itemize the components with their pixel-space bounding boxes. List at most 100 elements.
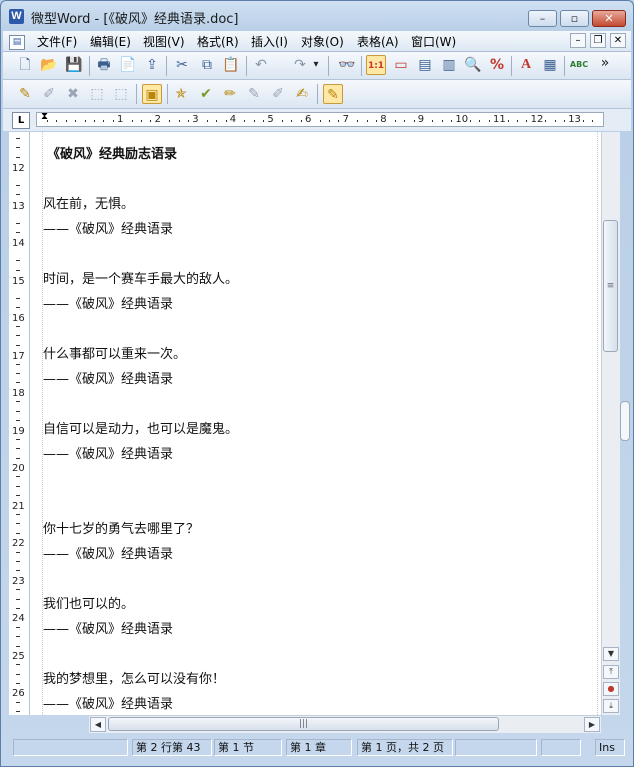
ruler-tick bbox=[451, 120, 453, 122]
ruler-tick bbox=[517, 120, 518, 122]
one-page-icon[interactable]: ▤ bbox=[415, 55, 435, 75]
document-paragraph: ——《破风》经典语录 bbox=[43, 697, 174, 712]
note-icon[interactable]: ✍ bbox=[292, 84, 312, 104]
tab-stop-selector[interactable]: L bbox=[12, 112, 30, 129]
redo-dropdown-icon[interactable]: ▾ bbox=[310, 55, 322, 75]
vertical-scrollbar[interactable]: ≡ ▼ ⤒ ● ⤓ bbox=[601, 132, 620, 715]
ruler-number: 4 bbox=[229, 114, 237, 125]
vertical-ruler-number: 19 bbox=[12, 425, 25, 437]
object-forward-icon[interactable]: ⬚ bbox=[111, 84, 131, 104]
document-paragraph: 我的梦想里，怎么可以没有你！ bbox=[43, 672, 226, 687]
next-page-button[interactable]: ⤓ bbox=[603, 699, 619, 713]
ruler-tick bbox=[413, 120, 415, 122]
ruler-tick bbox=[84, 120, 86, 122]
vertical-ruler-tick bbox=[16, 344, 20, 346]
redo-icon[interactable]: ↷ bbox=[290, 55, 310, 75]
spellcheck-icon[interactable]: ABC bbox=[569, 55, 589, 75]
print-icon[interactable]: 🖶 bbox=[94, 55, 114, 75]
menu-window[interactable]: 窗口(W) bbox=[411, 33, 456, 50]
pdf-icon[interactable]: 📄 bbox=[118, 55, 138, 75]
vertical-ruler-tick bbox=[16, 645, 20, 647]
pen-erase-icon[interactable]: ✐ bbox=[268, 84, 288, 104]
splitter-handle[interactable] bbox=[620, 401, 630, 441]
object-back-icon[interactable]: ⬚ bbox=[87, 84, 107, 104]
scroll-right-button[interactable]: ▶ bbox=[584, 717, 600, 732]
vertical-ruler-tick bbox=[16, 711, 20, 713]
ruler-tick bbox=[141, 120, 142, 122]
undo-icon[interactable]: ↶ bbox=[251, 55, 271, 75]
menu-file[interactable]: 文件(F) bbox=[37, 33, 77, 50]
document-heading: 《破风》经典励志语录 bbox=[47, 147, 178, 162]
doc-close-button[interactable]: ✕ bbox=[610, 33, 626, 48]
ruler-number: 1 bbox=[117, 114, 124, 125]
ruler-tick bbox=[75, 120, 77, 122]
menu-edit[interactable]: 编辑(E) bbox=[90, 33, 131, 50]
document-menu-icon[interactable]: ▤ bbox=[9, 35, 25, 50]
delete-object-icon[interactable]: ✖ bbox=[63, 84, 83, 104]
copy-icon[interactable]: ⧉ bbox=[197, 55, 217, 75]
ruler-tick bbox=[592, 120, 594, 122]
maximize-button[interactable]: ▫ bbox=[560, 10, 589, 27]
export-icon[interactable]: ⇪ bbox=[142, 55, 162, 75]
find-icon[interactable]: 👓 bbox=[337, 55, 357, 75]
new-document-icon[interactable]: 🗋 bbox=[15, 55, 35, 75]
doc-restore-button[interactable]: ❐ bbox=[590, 33, 606, 48]
status-bar: 第 2 行第 43 第 1 节 第 1 章 第 1 页，共 2 页 Ins bbox=[3, 736, 631, 758]
actual-size-icon[interactable]: 1:1 bbox=[366, 55, 386, 75]
previous-page-button[interactable]: ⤒ bbox=[603, 665, 619, 679]
menu-object[interactable]: 对象(O) bbox=[301, 33, 344, 50]
vertical-scroll-thumb[interactable]: ≡ bbox=[603, 220, 618, 352]
pen-check-icon[interactable]: ✔ bbox=[196, 84, 216, 104]
more-icon[interactable]: » bbox=[595, 53, 615, 73]
vertical-ruler-tick bbox=[16, 626, 20, 628]
horizontal-scrollbar[interactable]: ◀ ||| ▶ bbox=[89, 715, 601, 733]
ruler-tick bbox=[376, 120, 377, 122]
minimize-button[interactable]: – bbox=[528, 10, 557, 27]
vertical-ruler-tick bbox=[16, 307, 20, 309]
pen-icon[interactable]: ✏ bbox=[220, 84, 240, 104]
ruler-tick bbox=[178, 120, 180, 122]
horizontal-scroll-thumb[interactable]: ||| bbox=[108, 717, 499, 731]
pen-outline-icon[interactable]: ✎ bbox=[244, 84, 264, 104]
document-page[interactable]: 《破风》经典励志语录 风在前，无惧。 ——《破风》经典语录 时间，是一个赛车手最大的敌… bbox=[30, 132, 601, 715]
edit-object-icon[interactable]: ✐ bbox=[39, 84, 59, 104]
document-paragraph: 风在前，无惧。 bbox=[43, 197, 135, 212]
save-icon[interactable]: 💾 bbox=[64, 55, 84, 75]
menu-insert[interactable]: 插入(I) bbox=[251, 33, 288, 50]
doc-minimize-button[interactable]: – bbox=[570, 33, 586, 48]
browse-object-button[interactable]: ● bbox=[603, 682, 619, 696]
annotate-icon[interactable]: ✎ bbox=[323, 84, 343, 104]
status-insert-mode[interactable]: Ins bbox=[595, 739, 625, 756]
new-object-icon[interactable]: ✎ bbox=[15, 84, 35, 104]
scroll-down-button[interactable]: ▼ bbox=[603, 647, 619, 661]
paste-icon[interactable]: 📋 bbox=[221, 55, 241, 75]
zoom-icon[interactable]: 🔍 bbox=[463, 55, 483, 75]
ruler-tick bbox=[103, 120, 105, 122]
word-app-icon[interactable]: W bbox=[9, 9, 24, 24]
window-title: 微型Word - [《破风》经典语录.doc] bbox=[31, 12, 239, 27]
font-color-icon[interactable]: A bbox=[516, 55, 536, 75]
open-folder-icon[interactable]: 📂 bbox=[39, 55, 59, 75]
scroll-left-button[interactable]: ◀ bbox=[90, 717, 106, 732]
horizontal-ruler[interactable]: ⧗ 1234567891011121314 bbox=[36, 112, 604, 127]
vertical-ruler-tick bbox=[16, 457, 20, 459]
vertical-ruler-tick bbox=[16, 185, 20, 186]
menu-format[interactable]: 格式(R) bbox=[197, 33, 239, 50]
document-paragraph: 你十七岁的勇气去哪里了？ bbox=[43, 522, 200, 537]
zoom-percent-icon[interactable]: % bbox=[487, 55, 507, 75]
ruler-tick bbox=[65, 120, 67, 122]
vertical-ruler-number: 15 bbox=[12, 275, 25, 287]
vertical-ruler-tick bbox=[16, 438, 20, 440]
pen-star-icon[interactable]: ✯ bbox=[171, 84, 191, 104]
menu-table[interactable]: 表格(A) bbox=[357, 33, 399, 50]
menu-view[interactable]: 视图(V) bbox=[143, 33, 185, 50]
title-bar[interactable]: W 微型Word - [《破风》经典语录.doc] – ▫ ✕ bbox=[1, 1, 633, 31]
close-button[interactable]: ✕ bbox=[592, 10, 626, 27]
vertical-ruler-number: 18 bbox=[12, 388, 25, 399]
two-pages-icon[interactable]: ▥ bbox=[439, 55, 459, 75]
cut-icon[interactable]: ✂ bbox=[172, 55, 192, 75]
page-width-icon[interactable]: ▭ bbox=[391, 55, 411, 75]
object-mode-icon[interactable]: ▣ bbox=[142, 84, 162, 104]
ruler-number: 8 bbox=[380, 114, 387, 125]
properties-icon[interactable]: ▦ bbox=[540, 55, 560, 75]
